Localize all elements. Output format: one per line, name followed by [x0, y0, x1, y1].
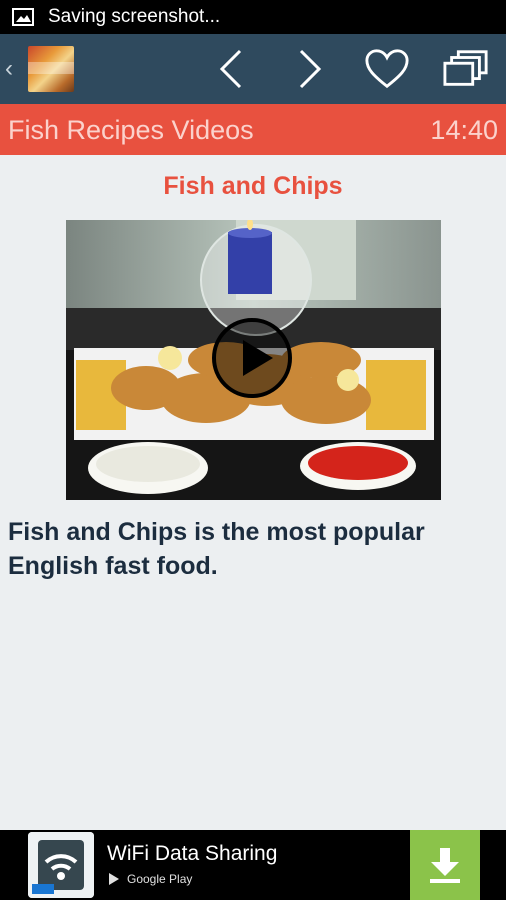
download-icon: [430, 848, 460, 883]
wifi-icon: [28, 832, 94, 898]
ad-store-badge: Google Play: [107, 872, 192, 886]
toolbar: ‹: [0, 34, 506, 104]
play-icon: [212, 318, 292, 398]
previous-button[interactable]: [208, 46, 254, 92]
status-notification: Saving screenshot...: [48, 6, 221, 27]
image-icon: [12, 8, 34, 26]
heart-icon: [365, 49, 409, 89]
gallery-button[interactable]: [443, 46, 489, 92]
status-bar: Saving screenshot...: [0, 0, 506, 34]
stacked-windows-icon: [443, 50, 488, 86]
ad-title: WiFi Data Sharing: [107, 842, 278, 865]
recipe-title: Fish and Chips: [163, 172, 343, 200]
app-thumbnail[interactable]: [28, 46, 74, 92]
ad-store-label: Google Play: [127, 872, 193, 886]
clock: 14:40: [430, 115, 498, 145]
title-bar: Fish Recipes Videos 14:40: [0, 104, 506, 155]
ad-banner[interactable]: WiFi Data Sharing Google Play: [0, 830, 506, 900]
chevron-left-icon: [219, 49, 242, 89]
chevron-right-icon: [299, 49, 322, 89]
play-button[interactable]: [212, 318, 292, 398]
back-chevron-icon[interactable]: ‹: [5, 55, 13, 83]
recipe-description: Fish and Chips is the most popular Engli…: [8, 518, 425, 580]
play-store-icon: [109, 873, 119, 885]
page-title: Fish Recipes Videos: [8, 115, 254, 145]
next-button[interactable]: [287, 46, 333, 92]
ad-download-button[interactable]: [410, 830, 480, 900]
favorite-button[interactable]: [364, 46, 410, 92]
